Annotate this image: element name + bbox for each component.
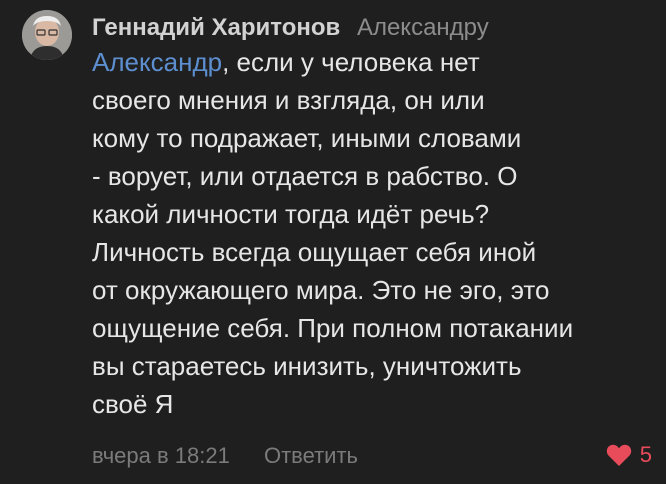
like-button[interactable]: 5 (606, 442, 652, 468)
comment-header: Геннадий Харитонов Александру (92, 12, 658, 44)
comment-footer: вчера в 18:21 Ответить (92, 440, 658, 472)
comment-text: Александр, если у человека нет своего мн… (92, 43, 658, 423)
reply-to-name[interactable]: Александру (357, 14, 489, 41)
comment-text-body: , если у человека нет своего мнения и вз… (92, 47, 574, 419)
author-name[interactable]: Геннадий Харитонов (92, 14, 340, 41)
mention-link[interactable]: Александр (92, 47, 222, 77)
author-avatar[interactable] (22, 10, 72, 60)
reply-button[interactable]: Ответить (264, 443, 358, 468)
likes-count: 5 (639, 442, 652, 467)
comment-timestamp: вчера в 18:21 (92, 443, 230, 468)
avatar-image (22, 10, 72, 60)
comment-content: Геннадий Харитонов Александру Александр,… (92, 12, 658, 423)
heart-icon (606, 444, 631, 466)
